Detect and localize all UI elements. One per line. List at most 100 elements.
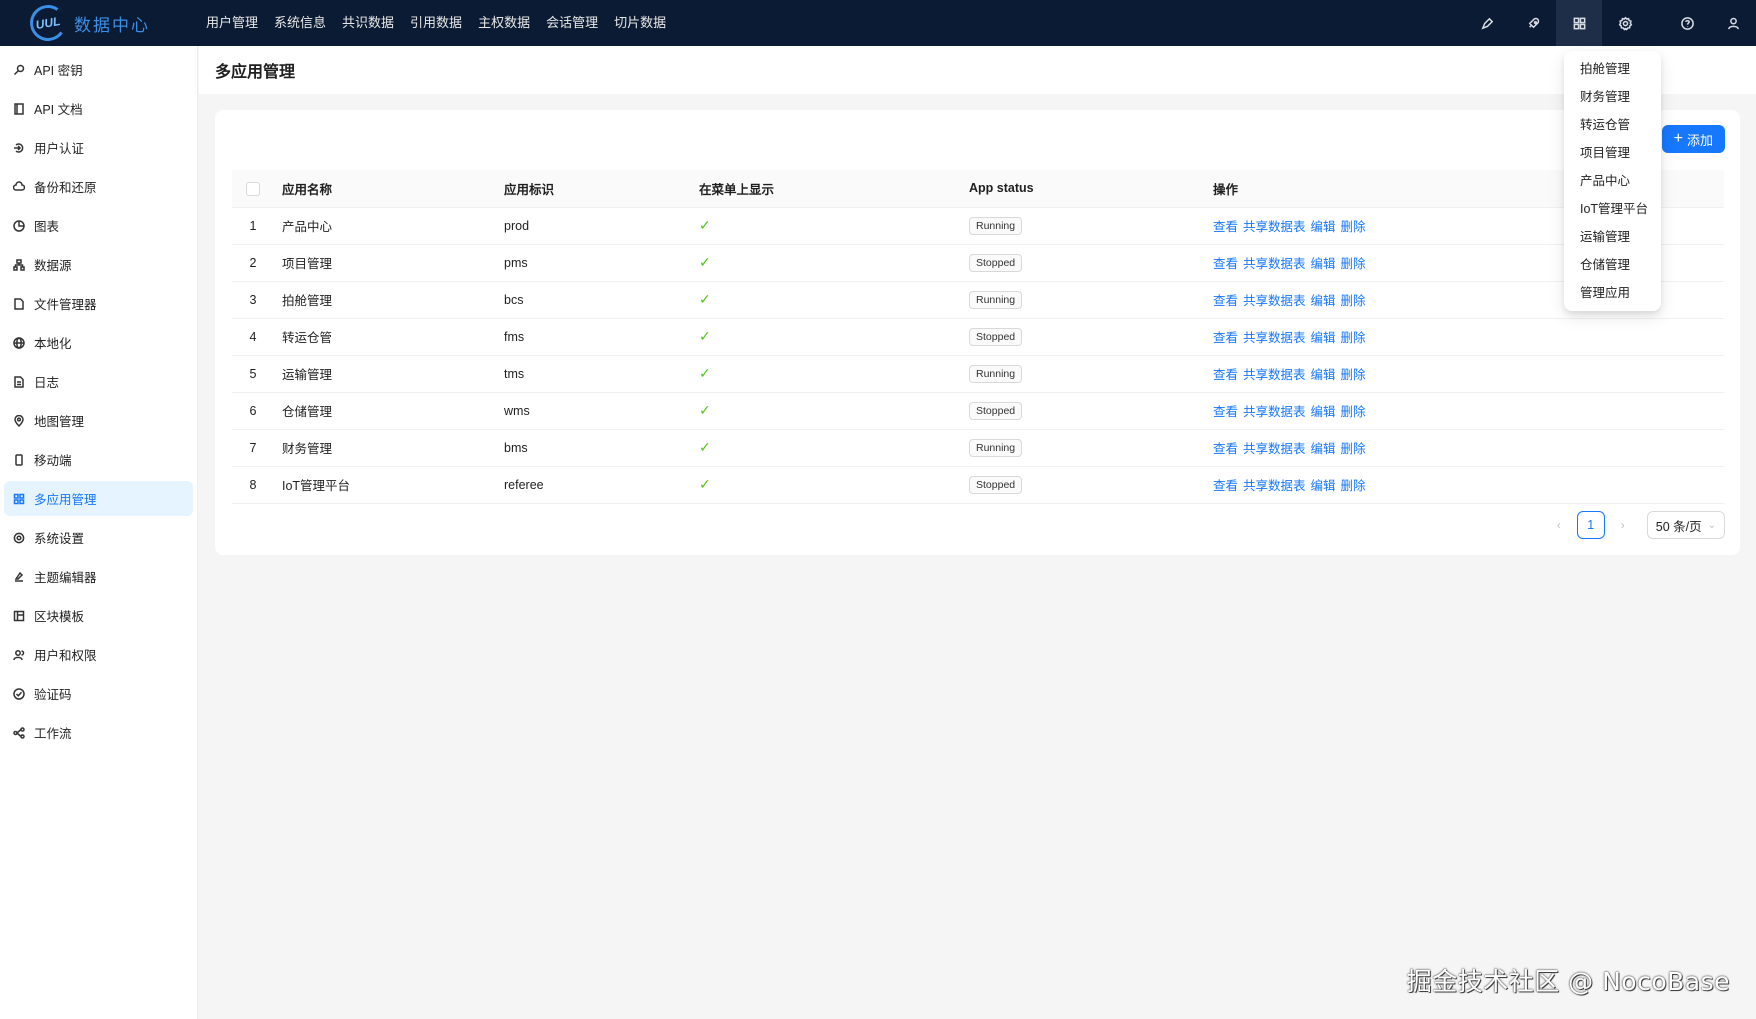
sidebar-item-file-manager[interactable]: 文件管理器 [4, 286, 193, 321]
show-in-menu-cell: ✓ [691, 429, 961, 467]
row-action-edit[interactable]: 编辑 [1311, 405, 1336, 419]
top-menu-item-consensus-data[interactable]: 共识数据 [334, 0, 402, 46]
app-key-cell: wms [496, 392, 691, 430]
dropdown-item-fms[interactable]: 转运仓管 [1564, 111, 1661, 139]
mobile-icon [12, 453, 26, 467]
row-action-delete[interactable]: 删除 [1341, 405, 1366, 419]
sidebar-item-captcha[interactable]: 验证码 [4, 676, 193, 711]
check-icon: ✓ [699, 402, 711, 418]
row-action-share-tables[interactable]: 共享数据表 [1243, 368, 1306, 382]
row-action-share-tables[interactable]: 共享数据表 [1243, 479, 1306, 493]
top-menu-item-users[interactable]: 用户管理 [198, 0, 266, 46]
row-action-edit[interactable]: 编辑 [1311, 257, 1336, 271]
dropdown-item-prod[interactable]: 产品中心 [1564, 167, 1661, 195]
sidebar-item-logs[interactable]: 日志 [4, 364, 193, 399]
sidebar-item-maps[interactable]: 地图管理 [4, 403, 193, 438]
sidebar-item-localization[interactable]: 本地化 [4, 325, 193, 360]
row-action-share-tables[interactable]: 共享数据表 [1243, 294, 1306, 308]
sidebar-item-api-keys[interactable]: API 密钥 [4, 52, 193, 87]
row-action-edit[interactable]: 编辑 [1311, 479, 1336, 493]
dropdown-item-pms[interactable]: 项目管理 [1564, 139, 1661, 167]
top-menu-item-slice-data[interactable]: 切片数据 [606, 0, 674, 46]
prev-page-button[interactable]: ‹ [1545, 518, 1573, 532]
gear-icon[interactable] [1602, 0, 1648, 46]
sidebar-item-label: API 文档 [34, 103, 83, 117]
dropdown-item-bcs[interactable]: 拍舱管理 [1564, 55, 1661, 83]
column-header-name[interactable]: 应用名称 [274, 170, 496, 208]
help-icon[interactable] [1664, 0, 1710, 46]
row-action-edit[interactable]: 编辑 [1311, 368, 1336, 382]
sidebar-item-block-templates[interactable]: 区块模板 [4, 598, 193, 633]
column-header-app-status[interactable]: App status [961, 170, 1205, 208]
row-action-view[interactable]: 查看 [1213, 220, 1238, 234]
dropdown-item-manage-apps[interactable]: 管理应用 [1564, 279, 1661, 307]
check-icon: ✓ [699, 254, 711, 270]
row-action-view[interactable]: 查看 [1213, 257, 1238, 271]
page-size-select[interactable]: 50 条/页 ⌄ [1646, 511, 1725, 539]
dropdown-item-wms[interactable]: 仓储管理 [1564, 251, 1661, 279]
row-action-share-tables[interactable]: 共享数据表 [1243, 257, 1306, 271]
row-action-edit[interactable]: 编辑 [1311, 294, 1336, 308]
top-menu-item-sovereign-data[interactable]: 主权数据 [470, 0, 538, 46]
sidebar-item-workflow[interactable]: 工作流 [4, 715, 193, 750]
row-action-delete[interactable]: 删除 [1341, 442, 1366, 456]
top-menu-item-sessions[interactable]: 会话管理 [538, 0, 606, 46]
add-app-button[interactable]: + 添加 [1661, 125, 1725, 153]
page-number-current[interactable]: 1 [1576, 511, 1605, 539]
dropdown-item-tms[interactable]: 运输管理 [1564, 223, 1661, 251]
row-action-delete[interactable]: 删除 [1341, 368, 1366, 382]
row-action-view[interactable]: 查看 [1213, 442, 1238, 456]
row-action-delete[interactable]: 删除 [1341, 294, 1366, 308]
row-action-view[interactable]: 查看 [1213, 479, 1238, 493]
row-action-share-tables[interactable]: 共享数据表 [1243, 220, 1306, 234]
top-navbar: UUL 数据中心 用户管理 系统信息 共识数据 引用数据 主权数据 会话管理 切… [0, 0, 1756, 46]
top-menu-item-reference-data[interactable]: 引用数据 [402, 0, 470, 46]
status-badge: Running [969, 290, 1023, 309]
row-action-share-tables[interactable]: 共享数据表 [1243, 442, 1306, 456]
row-action-view[interactable]: 查看 [1213, 368, 1238, 382]
next-page-button[interactable]: › [1609, 518, 1637, 532]
top-menu-item-system-info[interactable]: 系统信息 [266, 0, 334, 46]
sidebar-item-label: 验证码 [34, 688, 72, 702]
sidebar-item-charts[interactable]: 图表 [4, 208, 193, 243]
row-action-delete[interactable]: 删除 [1341, 220, 1366, 234]
sidebar-item-data-sources[interactable]: 数据源 [4, 247, 193, 282]
rocket-icon[interactable] [1510, 0, 1556, 46]
sidebar-item-mobile[interactable]: 移动端 [4, 442, 193, 477]
row-action-view[interactable]: 查看 [1213, 331, 1238, 345]
pen-icon[interactable] [1464, 0, 1510, 46]
sidebar-item-backup[interactable]: 备份和还原 [4, 169, 193, 204]
dropdown-item-bms[interactable]: 财务管理 [1564, 83, 1661, 111]
table-row: 2 项目管理 pms ✓ Stopped 查看 共享数据表 编辑 删除 [232, 244, 1724, 282]
row-action-delete[interactable]: 删除 [1341, 479, 1366, 493]
row-action-edit[interactable]: 编辑 [1311, 331, 1336, 345]
sidebar-item-api-docs[interactable]: API 文档 [4, 91, 193, 126]
dropdown-item-iot[interactable]: IoT管理平台 [1564, 195, 1661, 223]
row-action-edit[interactable]: 编辑 [1311, 220, 1336, 234]
table-row: 5 运输管理 tms ✓ Running 查看 共享数据表 编辑 删除 [232, 355, 1724, 393]
row-action-edit[interactable]: 编辑 [1311, 442, 1336, 456]
select-all-checkbox[interactable] [246, 181, 260, 196]
status-badge: Running [969, 216, 1023, 235]
status-badge: Stopped [969, 327, 1023, 346]
show-in-menu-cell: ✓ [691, 318, 961, 356]
row-action-view[interactable]: 查看 [1213, 405, 1238, 419]
row-action-share-tables[interactable]: 共享数据表 [1243, 331, 1306, 345]
column-header-key[interactable]: 应用标识 [496, 170, 691, 208]
row-action-share-tables[interactable]: 共享数据表 [1243, 405, 1306, 419]
sidebar-item-label: 区块模板 [34, 610, 85, 624]
row-action-view[interactable]: 查看 [1213, 294, 1238, 308]
logo-mark: UUL [27, 2, 69, 44]
logo[interactable]: UUL 数据中心 [0, 0, 198, 46]
row-action-delete[interactable]: 删除 [1341, 331, 1366, 345]
apps-grid-icon[interactable] [1556, 0, 1602, 46]
sidebar-item-multi-app[interactable]: 多应用管理 [4, 481, 193, 516]
sidebar-item-theme-editor[interactable]: 主题编辑器 [4, 559, 193, 594]
app-name-cell: 运输管理 [274, 355, 496, 393]
row-action-delete[interactable]: 删除 [1341, 257, 1366, 271]
sidebar-item-auth[interactable]: 用户认证 [4, 130, 193, 165]
user-icon[interactable] [1710, 0, 1756, 46]
column-header-show-in-menu[interactable]: 在菜单上显示 [691, 170, 961, 208]
sidebar-item-users-permissions[interactable]: 用户和权限 [4, 637, 193, 672]
sidebar-item-system-settings[interactable]: 系统设置 [4, 520, 193, 555]
